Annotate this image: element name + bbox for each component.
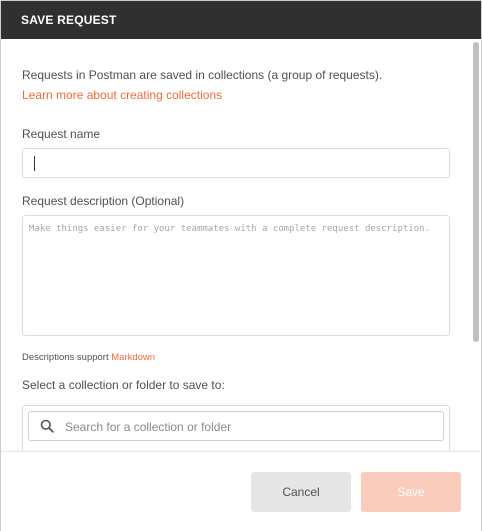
- request-description-input[interactable]: Make things easier for your teammates wi…: [22, 215, 450, 336]
- request-description-label: Request description (Optional): [22, 194, 185, 208]
- scrollbar-thumb[interactable]: [473, 42, 479, 342]
- description-placeholder: Make things easier for your teammates wi…: [29, 224, 430, 234]
- collection-picker-label: Select a collection or folder to save to…: [22, 378, 225, 392]
- scrollbar[interactable]: [473, 42, 479, 452]
- request-name-label: Request name: [22, 127, 101, 141]
- request-name-input[interactable]: [22, 148, 450, 178]
- markdown-link[interactable]: Markdown: [111, 352, 155, 363]
- save-button[interactable]: Save: [361, 472, 461, 512]
- dialog-title: SAVE REQUEST: [1, 1, 481, 39]
- search-icon: [40, 419, 54, 433]
- markdown-note: Descriptions support Markdown: [22, 352, 155, 363]
- collection-picker: Search for a collection or folder: [22, 405, 450, 451]
- dialog-body: Requests in Postman are saved in collect…: [1, 39, 481, 451]
- collection-search-input[interactable]: Search for a collection or folder: [28, 411, 444, 441]
- markdown-note-text: Descriptions support: [22, 352, 109, 363]
- search-placeholder: Search for a collection or folder: [65, 420, 232, 434]
- learn-more-link[interactable]: Learn more about creating collections: [22, 88, 222, 102]
- dialog-footer: Cancel Save: [1, 451, 481, 531]
- text-caret: [34, 156, 35, 171]
- cancel-button[interactable]: Cancel: [251, 472, 351, 512]
- save-request-dialog: SAVE REQUEST Requests in Postman are sav…: [0, 0, 482, 531]
- intro-text: Requests in Postman are saved in collect…: [22, 68, 383, 82]
